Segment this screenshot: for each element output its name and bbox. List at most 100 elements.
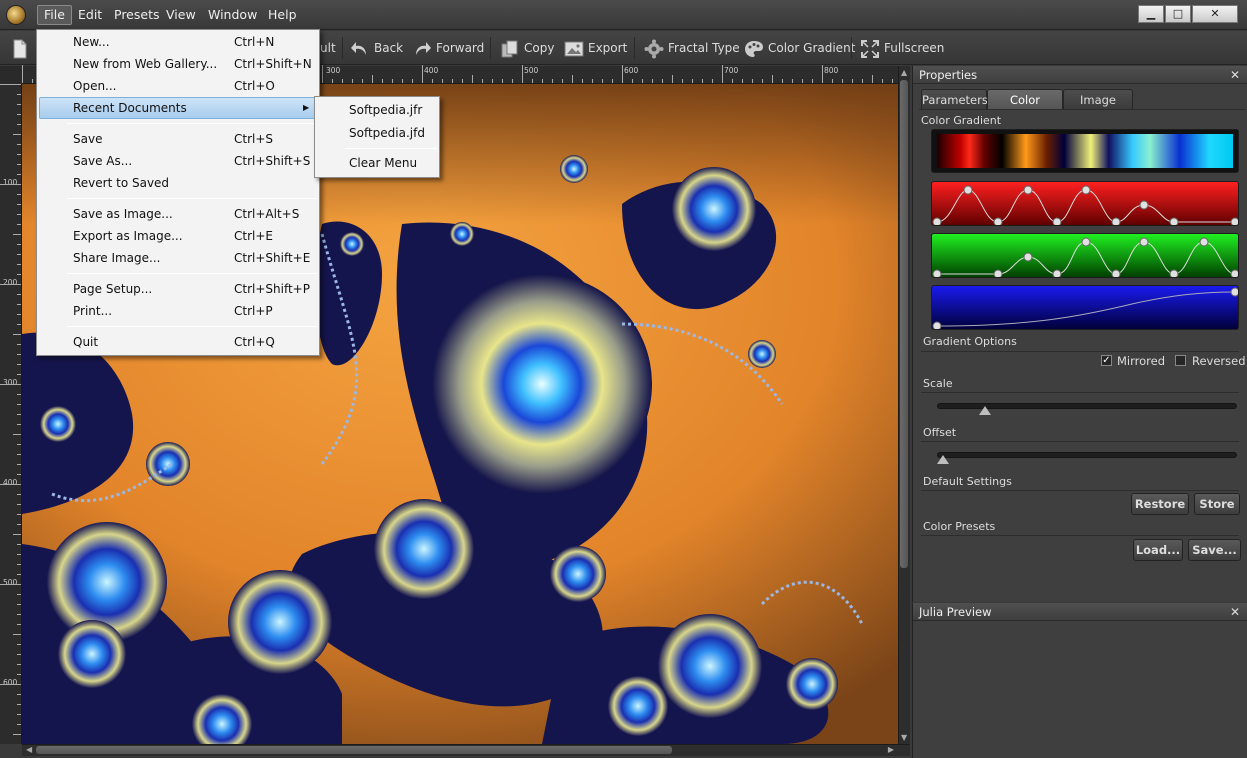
menu-item-shortcut: Ctrl+Alt+S <box>234 207 300 221</box>
blue-channel-curve <box>932 287 1238 329</box>
menu-item-print[interactable]: Print... Ctrl+P <box>39 300 317 322</box>
app-logo-icon[interactable] <box>6 5 26 25</box>
green-channel-editor[interactable] <box>931 233 1239 278</box>
menu-item-export-as-image[interactable]: Export as Image... Ctrl+E <box>39 225 317 247</box>
menu-item-quit[interactable]: Quit Ctrl+Q <box>39 331 317 353</box>
tab-image[interactable]: Image <box>1063 89 1133 109</box>
save-preset-button[interactable]: Save... <box>1188 539 1241 561</box>
ruler-tick <box>17 374 21 375</box>
red-channel-curve <box>932 185 1238 225</box>
menu-item-save-as[interactable]: Save As... Ctrl+Shift+S <box>39 150 317 172</box>
restore-button[interactable]: Restore <box>1131 493 1189 515</box>
gradient-preview[interactable] <box>931 129 1239 173</box>
ruler-tick <box>0 484 21 485</box>
menu-item-save-as-image[interactable]: Save as Image... Ctrl+Alt+S <box>39 203 317 225</box>
ruler-tick <box>17 174 21 175</box>
menu-item-label: Save <box>73 132 103 146</box>
maximize-button[interactable]: □ <box>1165 5 1191 23</box>
fractal-gear-icon <box>644 39 664 58</box>
ruler-tick <box>702 79 703 83</box>
store-button[interactable]: Store <box>1194 493 1240 515</box>
ruler-tick <box>472 75 473 83</box>
recent-item[interactable]: Softpedia.jfd <box>349 123 425 143</box>
menu-presets[interactable]: Presets <box>108 5 166 25</box>
menu-edit[interactable]: Edit <box>72 5 108 25</box>
tab-parameters[interactable]: Parameters <box>921 89 988 109</box>
scroll-left-arrow-icon[interactable]: ◀ <box>26 745 32 754</box>
vertical-scroll-thumb[interactable] <box>900 80 908 568</box>
file-menu-dropdown: New... Ctrl+N New from Web Gallery... Ctrl… <box>36 29 320 356</box>
menu-bar: File Edit Presets View Window Help ▁ □ ✕ <box>0 0 1247 30</box>
scroll-down-arrow-icon[interactable]: ▼ <box>901 733 907 742</box>
fractal-type-button[interactable]: Fractal Type <box>644 37 740 59</box>
ruler-tick <box>552 79 553 83</box>
red-channel-editor[interactable] <box>931 181 1239 226</box>
close-window-button[interactable]: ✕ <box>1192 5 1238 23</box>
close-icon[interactable]: ✕ <box>1230 66 1240 84</box>
scale-slider-thumb[interactable] <box>979 406 991 415</box>
offset-slider-thumb[interactable] <box>937 455 949 464</box>
ruler-tick <box>322 65 323 83</box>
ruler-label: 300 <box>326 66 341 75</box>
menu-item-new-from-web-gallery[interactable]: New from Web Gallery... Ctrl+Shift+N <box>39 53 317 75</box>
menu-item-label: Save as Image... <box>73 207 173 221</box>
menu-item-label: New... <box>73 35 110 49</box>
fullscreen-button[interactable]: Fullscreen <box>860 37 944 59</box>
default-button[interactable]: ult <box>320 37 336 59</box>
ruler-tick <box>17 414 21 415</box>
submenu-arrow-icon: ▶ <box>303 103 310 112</box>
tab-color[interactable]: Color <box>987 89 1063 109</box>
blue-channel-editor[interactable] <box>931 285 1239 330</box>
forward-arrow-icon <box>416 41 431 55</box>
menu-item-revert-to-saved[interactable]: Revert to Saved <box>39 172 317 194</box>
ruler-tick <box>17 214 21 215</box>
menu-item-label: New from Web Gallery... <box>73 57 218 71</box>
scroll-up-arrow-icon[interactable]: ▲ <box>901 68 907 77</box>
mirrored-checkbox[interactable]: ✓ <box>1101 355 1112 366</box>
menu-window[interactable]: Window <box>202 5 263 25</box>
reversed-label: Reversed <box>1192 354 1246 368</box>
horizontal-scroll-thumb[interactable] <box>36 746 672 754</box>
menu-view[interactable]: View <box>160 5 202 25</box>
mirrored-label: Mirrored <box>1117 354 1166 368</box>
menu-item-open[interactable]: Open... Ctrl+O <box>39 75 317 97</box>
ruler-tick <box>17 304 21 305</box>
offset-slider[interactable] <box>937 452 1237 458</box>
ruler-tick <box>752 79 753 83</box>
ruler-tick <box>712 79 713 83</box>
new-document-button[interactable] <box>10 37 34 59</box>
ruler-tick <box>842 79 843 83</box>
menu-item-label: Print... <box>73 304 113 318</box>
back-button[interactable]: Back <box>350 37 403 59</box>
color-gradient-button[interactable]: Color Gradient <box>744 37 855 59</box>
menu-item-page-setup[interactable]: Page Setup... Ctrl+Shift+P <box>39 278 317 300</box>
reversed-checkbox[interactable] <box>1175 355 1186 366</box>
minimize-button[interactable]: ▁ <box>1138 5 1164 23</box>
menu-item-share-image[interactable]: Share Image... Ctrl+Shift+E <box>39 247 317 269</box>
clear-menu-item[interactable]: Clear Menu <box>349 153 417 173</box>
menu-help[interactable]: Help <box>262 5 303 25</box>
ruler-tick <box>13 434 21 435</box>
ruler-tick <box>632 79 633 83</box>
ruler-corner <box>0 66 22 84</box>
menu-item-shortcut: Ctrl+S <box>234 132 274 146</box>
ruler-tick <box>17 614 21 615</box>
menu-item-new[interactable]: New... Ctrl+N <box>39 31 317 53</box>
scroll-right-arrow-icon[interactable]: ▶ <box>888 745 894 754</box>
load-preset-button[interactable]: Load... <box>1133 539 1183 561</box>
menu-item-recent-documents[interactable]: Recent Documents ▶ <box>39 97 317 119</box>
back-label: Back <box>374 41 404 55</box>
ruler-tick <box>802 79 803 83</box>
close-icon[interactable]: ✕ <box>1230 603 1240 621</box>
export-button[interactable]: Export <box>564 37 627 59</box>
menu-item-save[interactable]: Save Ctrl+S <box>39 128 317 150</box>
palette-icon <box>745 40 763 57</box>
menu-file[interactable]: File <box>37 5 72 25</box>
ruler-tick <box>862 79 863 83</box>
forward-button[interactable]: Forward <box>412 37 484 59</box>
copy-button[interactable]: Copy <box>500 37 554 59</box>
tab-divider <box>919 109 1245 110</box>
ruler-tick <box>612 79 613 83</box>
recent-item[interactable]: Softpedia.jfr <box>349 100 422 120</box>
ruler-tick <box>17 244 21 245</box>
